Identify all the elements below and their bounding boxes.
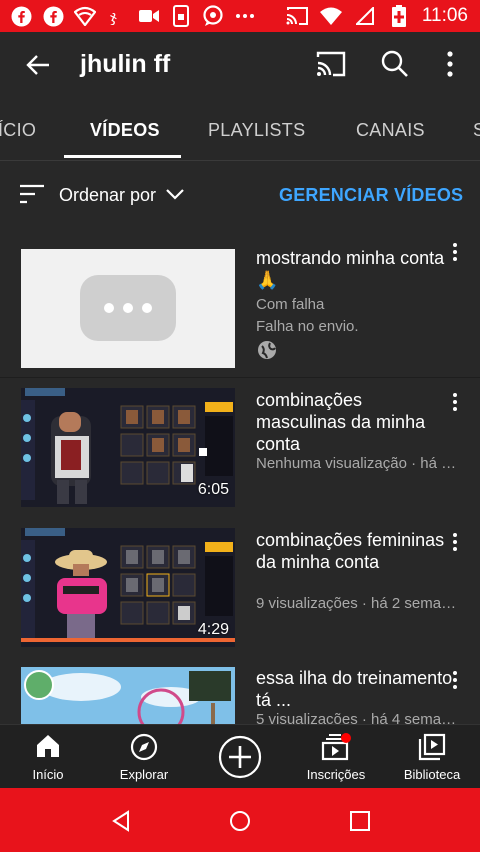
more-vert-icon[interactable] bbox=[450, 670, 460, 690]
video-title: mostrando minha conta 🙏 bbox=[256, 248, 445, 290]
app-bar: jhulin ff bbox=[0, 32, 480, 98]
chevron-down-icon[interactable] bbox=[166, 187, 184, 205]
video-meta: Nenhuma visualização · há … bbox=[256, 455, 457, 472]
tab-sobre[interactable]: S bbox=[473, 120, 480, 141]
nav-label: Biblioteca bbox=[403, 767, 461, 782]
video-thumbnail[interactable]: 4:29 bbox=[21, 528, 235, 647]
video-camera-icon bbox=[138, 5, 160, 27]
video-meta: 5 visualizações · há 4 sema… bbox=[256, 711, 457, 724]
clock: 11:06 bbox=[421, 5, 468, 26]
compass-icon bbox=[96, 733, 192, 763]
wifi-alert-icon bbox=[74, 5, 96, 27]
video-title: essa ilha do treinamento tá ... bbox=[256, 668, 453, 710]
cast-icon bbox=[286, 5, 308, 27]
sort-icon[interactable] bbox=[19, 184, 45, 209]
signal-icon bbox=[354, 5, 376, 27]
nav-subscriptions[interactable]: Inscrições bbox=[288, 725, 384, 789]
tab-inicio[interactable]: ÍCIO bbox=[0, 120, 36, 141]
nav-library[interactable]: Biblioteca bbox=[384, 725, 480, 789]
manage-videos-button[interactable]: GERENCIAR VÍDEOS bbox=[279, 185, 463, 206]
channel-tabs: ÍCIO VÍDEOS PLAYLISTS CANAIS S bbox=[0, 98, 480, 161]
video-status-detail: Falha no envio. bbox=[256, 318, 359, 335]
active-tab-indicator bbox=[64, 155, 181, 158]
search-icon[interactable] bbox=[380, 49, 410, 84]
tab-videos[interactable]: VÍDEOS bbox=[90, 120, 160, 141]
more-vert-icon[interactable] bbox=[450, 532, 460, 552]
home-icon bbox=[0, 733, 96, 763]
video-duration: 4:29 bbox=[197, 621, 229, 638]
home-circle-icon[interactable] bbox=[229, 810, 251, 837]
sort-button[interactable]: Ordenar por bbox=[59, 185, 156, 206]
tab-playlists[interactable]: PLAYLISTS bbox=[208, 120, 305, 141]
game-screenshot bbox=[21, 667, 235, 724]
video-title: combinações femininas da minha conta bbox=[256, 530, 445, 572]
more-vert-icon[interactable] bbox=[450, 242, 460, 262]
video-thumbnail[interactable]: 6:05 bbox=[21, 388, 235, 507]
system-nav-bar bbox=[0, 788, 480, 852]
recents-icon[interactable] bbox=[350, 811, 370, 836]
more-vert-icon[interactable] bbox=[440, 49, 460, 84]
nav-explore[interactable]: Explorar bbox=[96, 725, 192, 789]
globe-icon bbox=[257, 340, 277, 365]
cast-icon[interactable] bbox=[316, 51, 346, 82]
channel-title: jhulin ff bbox=[80, 50, 171, 78]
video-thumbnail[interactable] bbox=[21, 249, 235, 368]
nav-label: Inscrições bbox=[306, 767, 366, 782]
facebook-icon bbox=[42, 5, 64, 27]
video-item[interactable]: mostrando minha conta 🙏 Com falha Falha … bbox=[0, 238, 480, 378]
more-dots-icon bbox=[234, 5, 256, 27]
camera-chat-icon bbox=[202, 5, 224, 27]
nav-home[interactable]: Início bbox=[0, 725, 96, 789]
app-icon: ჯ bbox=[106, 5, 128, 27]
more-vert-icon[interactable] bbox=[450, 392, 460, 412]
video-status: Com falha bbox=[256, 296, 325, 313]
phone-lock-icon bbox=[170, 5, 192, 27]
facebook-icon bbox=[10, 5, 32, 27]
wifi-icon bbox=[319, 5, 342, 27]
video-item[interactable]: 6:05 combinações masculinas da minha con… bbox=[0, 378, 480, 518]
video-meta: 9 visualizações · há 2 sema… bbox=[256, 595, 457, 612]
add-circle-icon bbox=[192, 735, 288, 779]
subscriptions-icon bbox=[288, 733, 384, 763]
video-item[interactable]: 4:29 combinações femininas da minha cont… bbox=[0, 518, 480, 658]
bottom-navigation: Início Explorar Inscrições Biblioteca bbox=[0, 724, 480, 789]
video-item[interactable]: essa ilha do treinamento tá ... 5 visual… bbox=[0, 658, 480, 724]
video-title: combinações masculinas da minha conta bbox=[256, 390, 426, 454]
nav-label: Início bbox=[32, 767, 64, 782]
status-bar: ჯ 11:06 bbox=[0, 0, 480, 32]
tab-canais[interactable]: CANAIS bbox=[356, 120, 425, 141]
nav-create[interactable] bbox=[192, 725, 288, 789]
back-icon[interactable] bbox=[110, 810, 132, 837]
nav-label: Explorar bbox=[119, 767, 169, 782]
video-thumbnail[interactable] bbox=[21, 667, 235, 724]
library-icon bbox=[384, 733, 480, 763]
sort-bar: Ordenar por GERENCIAR VÍDEOS bbox=[0, 161, 480, 227]
battery-charging-icon bbox=[388, 5, 410, 27]
svg-text:ჯ: ჯ bbox=[110, 8, 117, 25]
processing-icon bbox=[80, 275, 176, 341]
video-duration: 6:05 bbox=[197, 481, 229, 498]
back-arrow-icon[interactable] bbox=[24, 51, 52, 84]
